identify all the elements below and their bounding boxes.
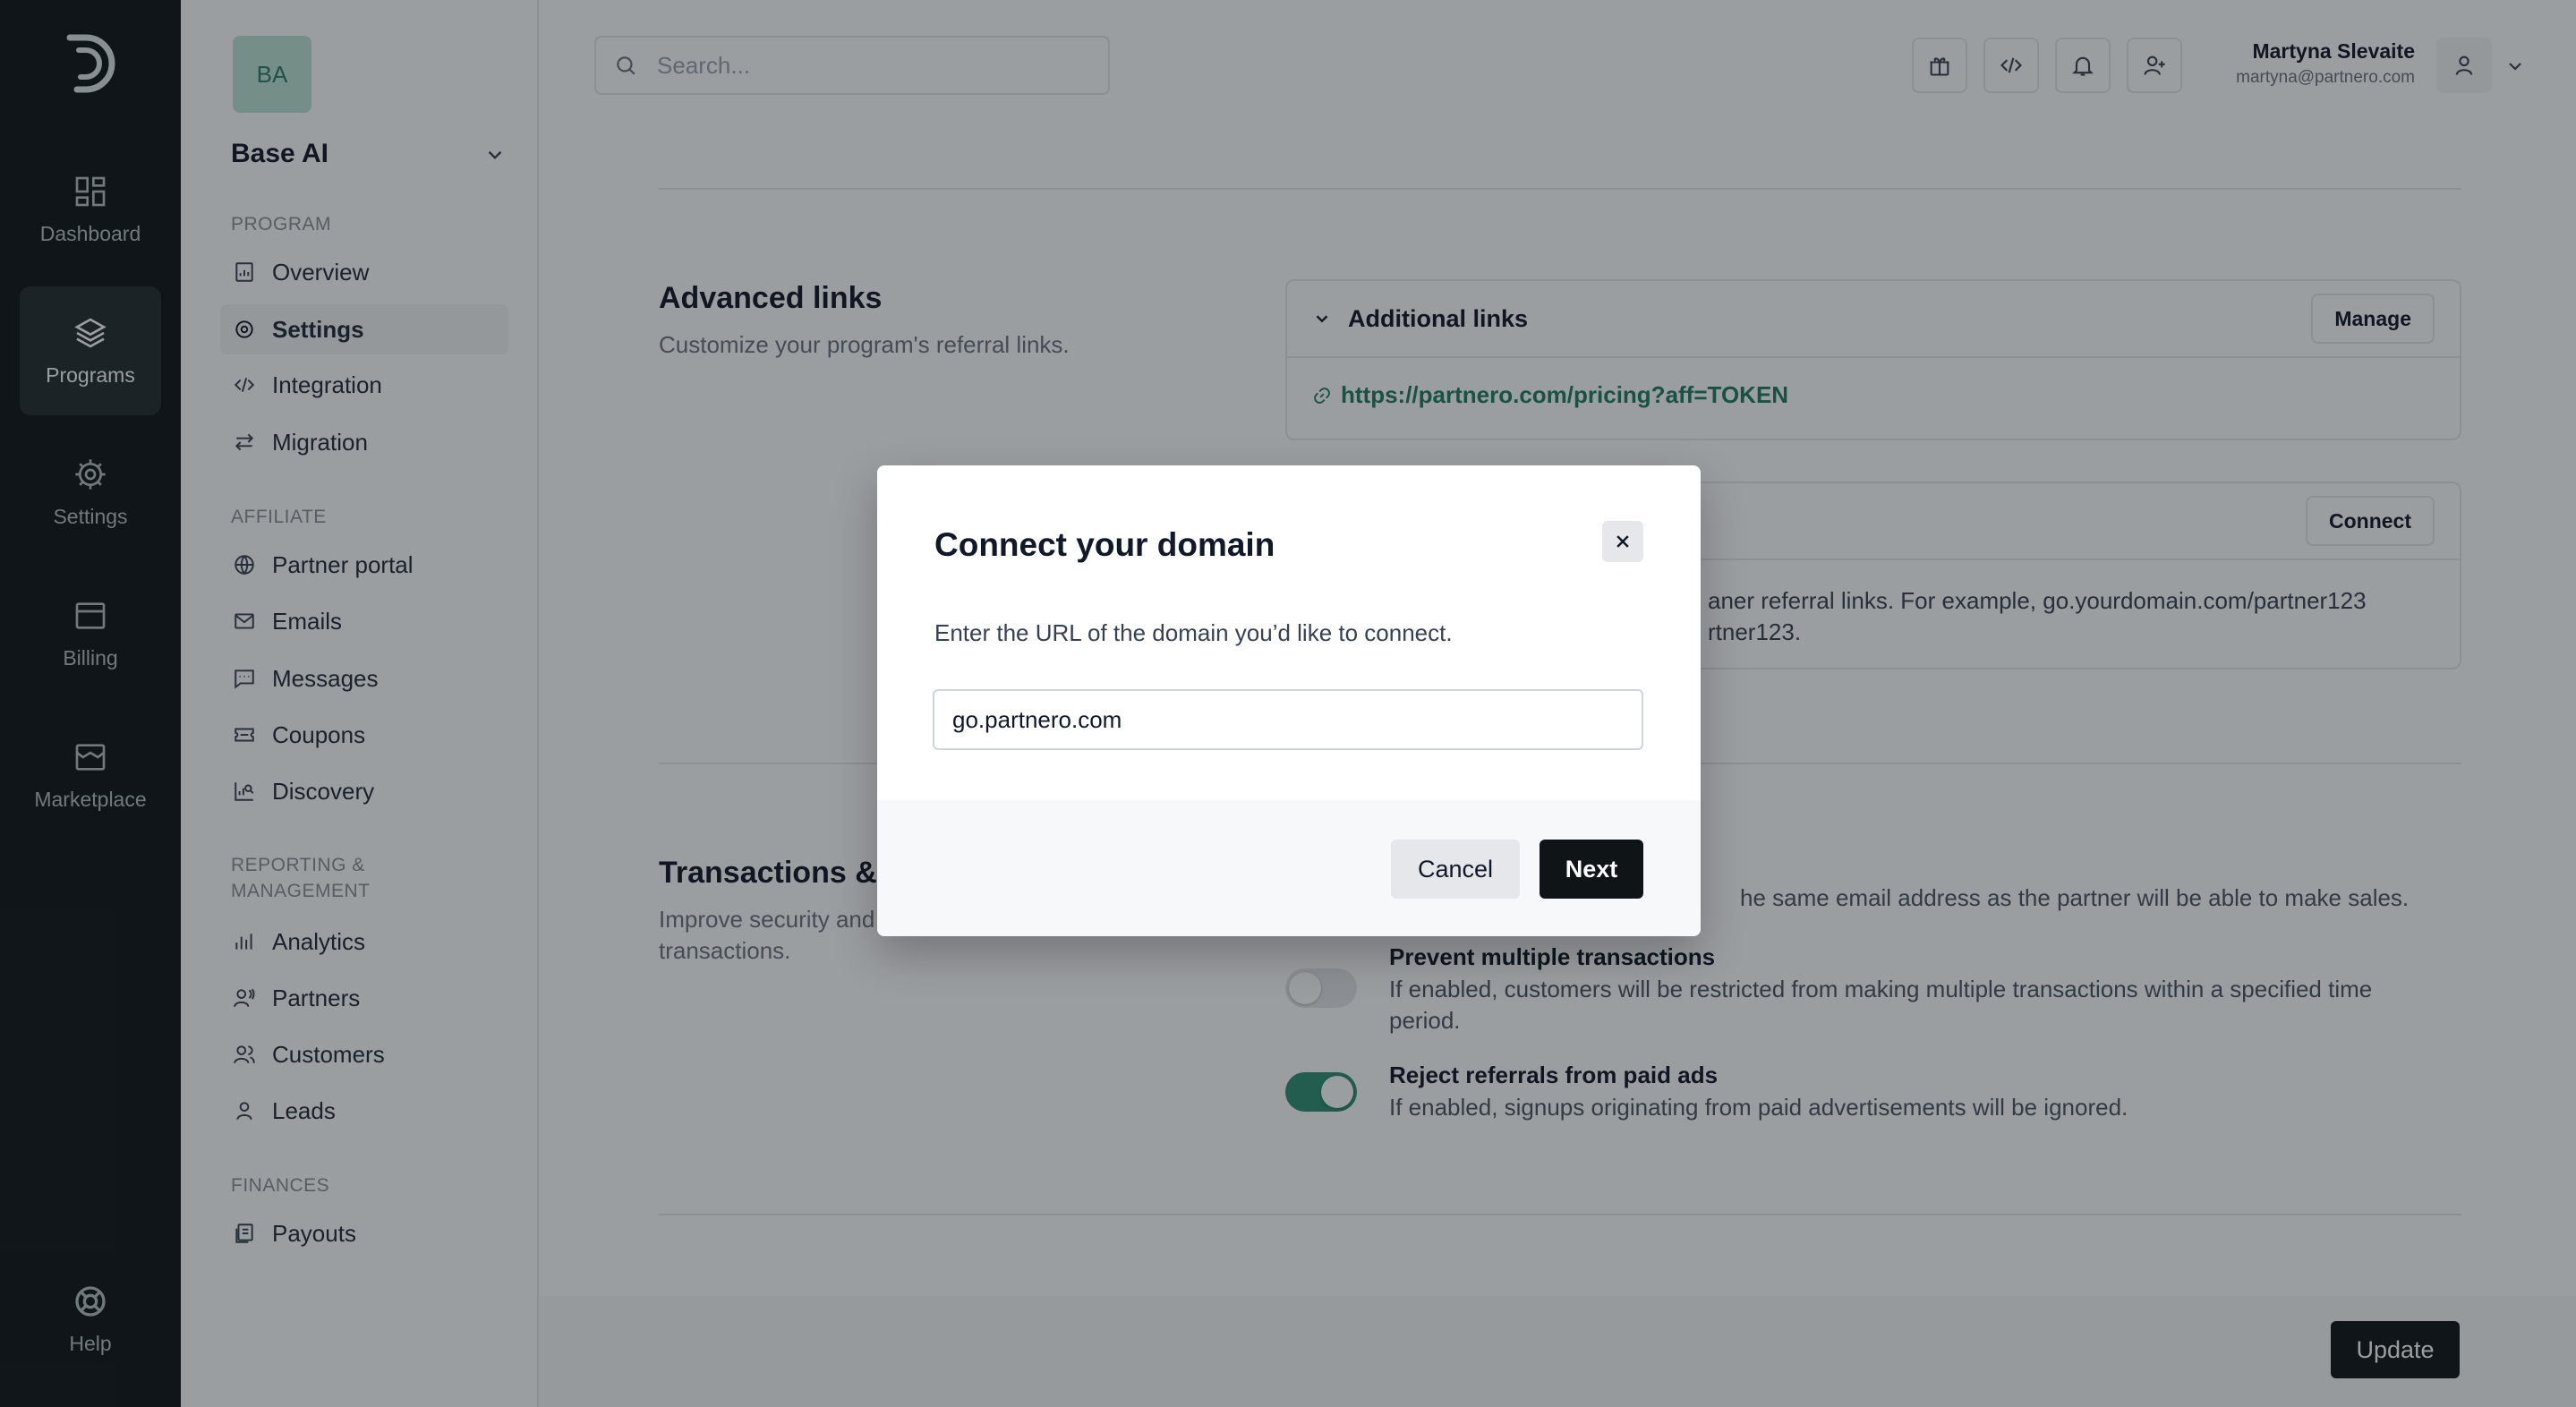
modal-title: Connect your domain [934,526,1275,563]
modal-footer: Cancel Next [877,800,1701,936]
close-button[interactable] [1602,521,1643,562]
cancel-button[interactable]: Cancel [1391,840,1520,899]
domain-input[interactable] [933,689,1643,750]
connect-domain-modal: Connect your domain Enter the URL of the… [877,465,1701,936]
next-button[interactable]: Next [1540,840,1643,899]
close-icon [1616,535,1629,548]
modal-description: Enter the URL of the domain you’d like t… [934,619,1453,646]
